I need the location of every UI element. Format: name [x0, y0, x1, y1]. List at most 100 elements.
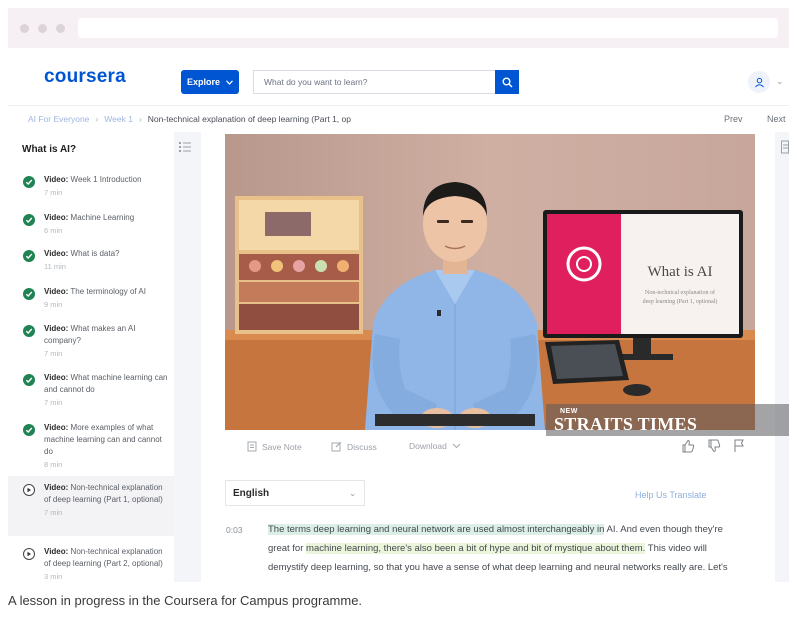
- check-circle-icon: [23, 374, 35, 386]
- help-translate-link[interactable]: Help Us Translate: [635, 490, 707, 500]
- user-icon: [754, 77, 764, 87]
- transcript-timestamp[interactable]: 0:03: [226, 525, 243, 535]
- lesson-item[interactable]: Video: Non-technical explanation of deep…: [8, 546, 174, 582]
- browser-top-bar: [8, 8, 789, 48]
- breadcrumb-course[interactable]: AI For Everyone: [28, 114, 89, 124]
- lesson-title: Week 1 Introduction: [70, 175, 142, 184]
- lesson-kind: Video:: [44, 249, 69, 258]
- language-select[interactable]: English ⌄: [225, 480, 365, 506]
- window-dot[interactable]: [38, 24, 47, 33]
- check-circle-icon: [23, 424, 35, 436]
- window-dot[interactable]: [56, 24, 65, 33]
- check-circle-icon: [23, 176, 35, 188]
- lesson-kind: Video:: [44, 373, 69, 382]
- lesson-title: What is data?: [70, 249, 120, 258]
- report-button[interactable]: [733, 439, 745, 453]
- lesson-sidebar: What is AI? Video: Week 1 Introduction 7…: [8, 132, 174, 582]
- save-note-button[interactable]: Save Note: [247, 441, 302, 452]
- lesson-kind: Video:: [44, 483, 69, 492]
- user-avatar[interactable]: [748, 71, 770, 93]
- download-button[interactable]: Download: [409, 441, 461, 451]
- chevron-down-icon: [226, 79, 233, 85]
- video-toolbar: Save Note Discuss Download: [225, 432, 755, 462]
- lesson-kind: Video:: [44, 287, 69, 296]
- check-circle-icon: [23, 214, 35, 226]
- transcript-segment-highlighted[interactable]: The terms deep learning and neural netwo…: [268, 524, 605, 535]
- address-bar[interactable]: [78, 18, 778, 38]
- prev-button[interactable]: Prev: [724, 114, 743, 124]
- lesson-item[interactable]: Video: Machine Learning 6 min: [8, 212, 174, 237]
- window-dot[interactable]: [20, 24, 29, 33]
- lesson-duration: 7 min: [44, 349, 63, 358]
- breadcrumb-separator: ›: [138, 114, 142, 124]
- straits-times-watermark: NEW STRAITS TIMES: [546, 404, 789, 436]
- thumbs-down-icon: [708, 439, 721, 453]
- note-icon: [247, 441, 257, 452]
- lesson-title: Machine Learning: [70, 213, 135, 222]
- dislike-button[interactable]: [707, 439, 721, 453]
- check-circle-icon: [23, 325, 35, 337]
- lesson-duration: 8 min: [44, 460, 63, 469]
- video-player[interactable]: What is AI Non-technical explanation of …: [225, 134, 755, 430]
- search-icon: [502, 77, 512, 87]
- lesson-item-current[interactable]: Video: Non-technical explanation of deep…: [8, 476, 174, 536]
- lesson-item[interactable]: Video: What machine learning can and can…: [8, 372, 174, 409]
- flag-icon: [734, 439, 744, 452]
- list-toggle-icon[interactable]: [178, 140, 192, 154]
- lesson-item[interactable]: Video: More examples of what machine lea…: [8, 422, 174, 471]
- download-label: Download: [409, 441, 447, 451]
- like-button[interactable]: [681, 439, 695, 453]
- notes-panel-icon[interactable]: [781, 140, 789, 154]
- lesson-duration: 7 min: [44, 188, 63, 197]
- lesson-duration: 6 min: [44, 226, 63, 235]
- chevron-down-icon: ⌄: [349, 489, 356, 498]
- thumbs-up-icon: [682, 439, 695, 453]
- check-circle-icon: [23, 288, 35, 300]
- transcript-text: The terms deep learning and neural netwo…: [268, 520, 728, 582]
- lesson-kind: Video:: [44, 213, 69, 222]
- breadcrumb-week[interactable]: Week 1: [104, 114, 133, 124]
- screenshot-frame: coursera Explore What do you want to lea…: [8, 8, 789, 582]
- check-circle-icon: [23, 250, 35, 262]
- lesson-kind: Video:: [44, 175, 69, 184]
- slide-title: What is AI: [648, 264, 713, 280]
- lesson-duration: 9 min: [44, 300, 63, 309]
- lesson-kind: Video:: [44, 423, 69, 432]
- slide-subtitle-line-1: Non-technical explanation of: [645, 289, 715, 296]
- chevron-down-icon[interactable]: ⌄: [776, 76, 784, 87]
- lesson-duration: 7 min: [44, 398, 63, 407]
- edit-icon: [331, 441, 342, 452]
- search-button[interactable]: [495, 70, 519, 94]
- save-note-label: Save Note: [262, 441, 302, 452]
- play-circle-icon: [23, 548, 35, 560]
- chevron-down-icon: [452, 443, 461, 449]
- site-header: coursera Explore What do you want to lea…: [8, 48, 789, 106]
- slide-subtitle-line-2: deep learning (Part 1, optional): [643, 298, 718, 305]
- lesson-item[interactable]: Video: What is data? 11 min: [8, 248, 174, 273]
- image-caption: A lesson in progress in the Coursera for…: [8, 593, 363, 608]
- explore-button[interactable]: Explore: [181, 70, 239, 94]
- watermark-masthead: STRAITS TIMES: [554, 414, 698, 434]
- search-input[interactable]: What do you want to learn?: [253, 70, 495, 94]
- play-circle-icon: [23, 484, 35, 496]
- explore-label: Explore: [186, 77, 220, 87]
- next-button[interactable]: Next: [767, 114, 786, 124]
- lesson-item[interactable]: Video: What makes an AI company? 7 min: [8, 323, 174, 360]
- lesson-kind: Video:: [44, 547, 69, 556]
- lesson-item[interactable]: Video: Week 1 Introduction 7 min: [8, 174, 174, 199]
- discuss-button[interactable]: Discuss: [331, 441, 377, 452]
- lesson-item[interactable]: Video: The terminology of AI 9 min: [8, 286, 174, 311]
- lesson-duration: 11 min: [44, 262, 66, 271]
- video-frame: What is AI Non-technical explanation of …: [225, 134, 755, 430]
- lesson-duration: 7 min: [44, 508, 63, 517]
- transcript-segment-highlighted[interactable]: machine learning, there's also been a bi…: [306, 543, 646, 554]
- breadcrumb: AI For Everyone › Week 1 › Non-technical…: [8, 106, 789, 132]
- discuss-label: Discuss: [347, 441, 377, 452]
- lesson-duration: 3 min: [44, 572, 63, 581]
- breadcrumb-current: Non-technical explanation of deep learni…: [147, 114, 351, 124]
- breadcrumb-separator: ›: [95, 114, 99, 124]
- lesson-title: The terminology of AI: [70, 287, 146, 296]
- language-value: English: [233, 487, 270, 499]
- coursera-logo[interactable]: coursera: [44, 66, 126, 88]
- lesson-kind: Video:: [44, 324, 69, 333]
